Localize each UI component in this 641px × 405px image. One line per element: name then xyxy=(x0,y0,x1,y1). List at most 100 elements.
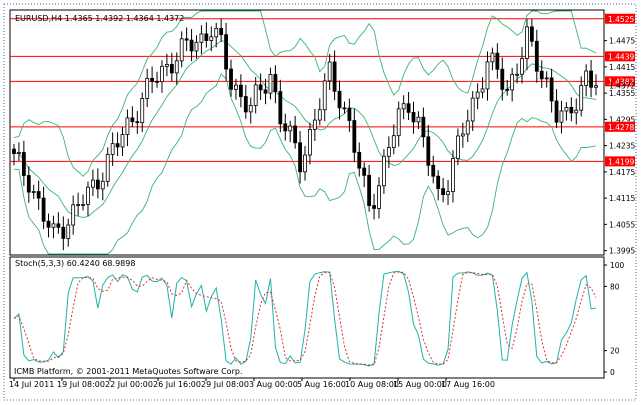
candle-body[interactable] xyxy=(278,91,283,125)
candle-body[interactable] xyxy=(495,52,500,70)
candle-body[interactable] xyxy=(56,223,61,228)
candle-body[interactable] xyxy=(243,96,248,113)
candle-body[interactable] xyxy=(347,107,352,121)
candle-body[interactable] xyxy=(248,105,253,113)
candle-body[interactable] xyxy=(332,61,337,92)
candle-body[interactable] xyxy=(120,134,125,148)
candle-body[interactable] xyxy=(298,142,302,173)
candle-body[interactable] xyxy=(86,186,90,205)
candle-body[interactable] xyxy=(594,85,598,88)
candle-body[interactable] xyxy=(357,151,362,169)
candle-body[interactable] xyxy=(465,120,470,135)
candle-body[interactable] xyxy=(554,100,559,123)
candle-body[interactable] xyxy=(382,155,386,187)
candle-body[interactable] xyxy=(199,33,204,43)
candle-body[interactable] xyxy=(12,148,16,154)
candle-body[interactable] xyxy=(110,143,115,155)
candle-body[interactable] xyxy=(451,158,455,192)
candle-body[interactable] xyxy=(510,74,515,91)
candle-body[interactable] xyxy=(219,27,224,36)
candle-body[interactable] xyxy=(21,152,26,176)
candle-body[interactable] xyxy=(372,205,376,209)
candle-body[interactable] xyxy=(209,36,214,41)
candle-body[interactable] xyxy=(431,164,436,177)
candle-body[interactable] xyxy=(214,27,219,38)
candle-body[interactable] xyxy=(224,34,228,70)
candle-body[interactable] xyxy=(564,107,569,112)
candle-body[interactable] xyxy=(91,179,95,188)
candle-body[interactable] xyxy=(441,188,446,196)
candle-body[interactable] xyxy=(100,180,105,190)
candle-body[interactable] xyxy=(480,88,485,93)
candle-body[interactable] xyxy=(525,26,529,59)
candle-body[interactable] xyxy=(160,65,164,83)
candle-body[interactable] xyxy=(416,116,421,123)
candle-body[interactable] xyxy=(436,175,441,189)
candle-body[interactable] xyxy=(26,175,31,193)
candle-body[interactable] xyxy=(411,111,416,123)
candle-body[interactable] xyxy=(140,98,145,124)
candle-body[interactable] xyxy=(584,70,589,86)
candle-body[interactable] xyxy=(184,38,189,41)
candle-body[interactable] xyxy=(362,167,367,176)
candle-body[interactable] xyxy=(164,64,169,67)
candle-body[interactable] xyxy=(81,204,85,206)
candle-body[interactable] xyxy=(505,88,510,91)
candle-body[interactable] xyxy=(377,185,381,209)
candle-body[interactable] xyxy=(130,117,135,123)
candle-body[interactable] xyxy=(229,68,233,90)
candle-body[interactable] xyxy=(273,73,278,92)
candle-body[interactable] xyxy=(135,121,140,124)
candle-body[interactable] xyxy=(455,135,460,159)
candle-body[interactable] xyxy=(253,84,258,106)
candle-body[interactable] xyxy=(283,123,288,132)
candle-body[interactable] xyxy=(485,61,490,90)
candle-body[interactable] xyxy=(534,40,539,72)
candle-body[interactable] xyxy=(396,108,401,137)
candle-body[interactable] xyxy=(401,103,406,110)
candle-body[interactable] xyxy=(150,77,155,82)
candle-body[interactable] xyxy=(31,191,36,193)
candle-body[interactable] xyxy=(189,39,194,52)
candle-body[interactable] xyxy=(105,154,110,182)
candle-body[interactable] xyxy=(95,179,100,190)
candle-body[interactable] xyxy=(238,84,243,97)
candle-body[interactable] xyxy=(559,110,564,123)
candle-body[interactable] xyxy=(470,97,475,122)
candle-body[interactable] xyxy=(125,117,130,135)
candle-body[interactable] xyxy=(544,77,549,80)
candle-body[interactable] xyxy=(66,224,71,239)
candle-body[interactable] xyxy=(327,61,332,82)
candle-body[interactable] xyxy=(145,77,150,99)
candle-body[interactable] xyxy=(76,204,81,206)
candle-body[interactable] xyxy=(342,107,347,110)
candle-body[interactable] xyxy=(268,73,273,94)
candle-body[interactable] xyxy=(46,220,51,228)
candle-body[interactable] xyxy=(71,204,76,226)
candle-body[interactable] xyxy=(169,64,174,74)
candle-body[interactable] xyxy=(258,84,263,91)
candle-body[interactable] xyxy=(515,73,519,76)
candle-body[interactable] xyxy=(322,80,327,111)
candle-body[interactable] xyxy=(51,223,56,228)
candle-body[interactable] xyxy=(574,109,579,114)
candle-body[interactable] xyxy=(36,191,41,199)
candle-body[interactable] xyxy=(589,70,593,88)
candle-body[interactable] xyxy=(529,26,534,42)
stochastic-pane[interactable] xyxy=(9,256,605,379)
candle-body[interactable] xyxy=(115,143,120,148)
candle-body[interactable] xyxy=(539,70,544,80)
candle-body[interactable] xyxy=(263,89,268,94)
candle-body[interactable] xyxy=(352,120,357,153)
candle-body[interactable] xyxy=(317,109,322,121)
candle-body[interactable] xyxy=(520,58,524,75)
candle-body[interactable] xyxy=(367,174,372,206)
candle-body[interactable] xyxy=(337,90,342,109)
candle-body[interactable] xyxy=(549,77,554,102)
candle-body[interactable] xyxy=(204,33,209,41)
candle-body[interactable] xyxy=(460,133,465,137)
candle-body[interactable] xyxy=(500,68,505,90)
candle-body[interactable] xyxy=(293,125,298,144)
candle-body[interactable] xyxy=(406,103,411,113)
candle-body[interactable] xyxy=(569,107,574,114)
